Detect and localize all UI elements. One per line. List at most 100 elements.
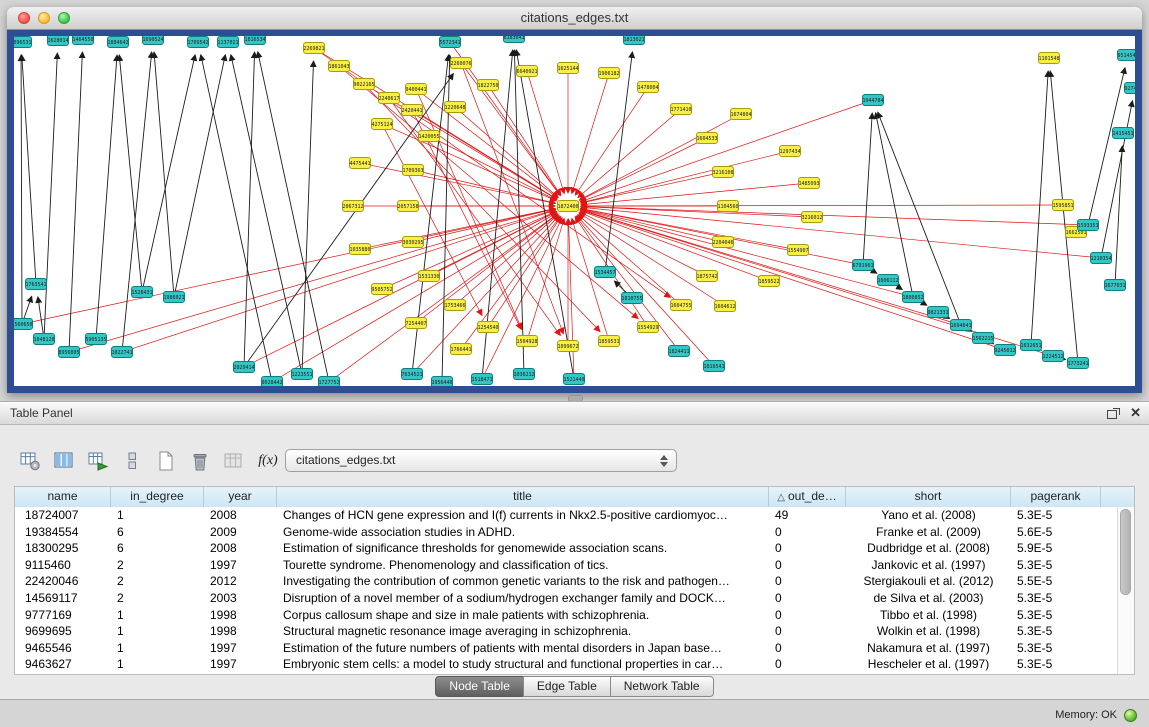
graph-node[interactable]: 1099672 (557, 341, 578, 352)
graph-node[interactable]: 7254407 (405, 318, 426, 329)
column-header-short[interactable]: short (846, 487, 1011, 507)
table-settings-icon[interactable] (18, 449, 42, 473)
graph-node[interactable]: 1906182 (598, 68, 619, 79)
graph-node[interactable]: 1824411 (668, 346, 689, 357)
graph-node[interactable]: 1604755 (670, 300, 691, 311)
graph-node[interactable]: 1986021 (163, 292, 184, 303)
table-row[interactable]: 969969511998Structural magnetic resonanc… (15, 623, 1118, 640)
graph-node[interactable]: 1709363 (402, 165, 423, 176)
network-table-selector[interactable]: citations_edges.txt (285, 449, 677, 472)
graph-node[interactable]: 1504928 (516, 336, 537, 347)
column-header-out_de[interactable]: △out_de… (769, 487, 846, 507)
graph-node[interactable]: 2240617 (378, 93, 399, 104)
graph-node[interactable]: 1604612 (714, 301, 735, 312)
graph-node[interactable]: 1810755 (621, 293, 642, 304)
graph-node[interactable]: 1210354 (1090, 253, 1111, 264)
new-table-icon[interactable] (154, 449, 178, 473)
float-panel-icon[interactable] (1107, 408, 1120, 419)
graph-node[interactable]: 2029414 (233, 362, 254, 373)
column-header-name[interactable]: name (15, 487, 111, 507)
graph-node[interactable]: 1254540 (477, 322, 498, 333)
graph-node[interactable]: 8183041 (503, 36, 524, 43)
row-tools-icon[interactable] (120, 449, 144, 473)
graph-node[interactable]: 6640921 (516, 66, 537, 77)
graph-node[interactable]: 1223551 (291, 369, 312, 380)
tab-network-table[interactable]: Network Table (610, 676, 714, 697)
table-row[interactable]: 977716911998Corpus callosum shape and si… (15, 607, 1118, 624)
graph-node[interactable]: 2260076 (450, 58, 471, 69)
graph-node[interactable]: 4275124 (371, 119, 392, 130)
column-header-in_degree[interactable]: in_degree (111, 487, 204, 507)
graph-node[interactable]: 1956440 (431, 377, 452, 387)
graph-node[interactable]: 4475441 (349, 158, 370, 169)
graph-node[interactable]: 5572341 (439, 37, 460, 48)
graph-node[interactable]: 1604533 (696, 133, 717, 144)
graph-node[interactable]: 1518471 (471, 374, 492, 385)
graph-node[interactable]: 1766441 (450, 344, 471, 355)
tab-node-table[interactable]: Node Table (435, 676, 524, 697)
close-panel-icon[interactable]: ✕ (1130, 402, 1141, 424)
table-row[interactable]: 1830029562008Estimation of significance … (15, 540, 1118, 557)
graph-node[interactable]: 2269821 (303, 43, 324, 54)
graph-node[interactable]: 3030295 (402, 237, 423, 248)
show-columns-icon[interactable] (52, 449, 76, 473)
graph-node[interactable]: 1773241 (1067, 358, 1088, 369)
disabled-table-icon[interactable] (222, 449, 246, 473)
graph-node[interactable]: 1677031 (1104, 280, 1125, 291)
graph-node[interactable]: 1036212 (513, 369, 534, 380)
table-row[interactable]: 946554611997Estimation of the future num… (15, 640, 1118, 657)
graph-node[interactable]: 3216108 (712, 167, 733, 178)
graph-node[interactable]: 1096531 (14, 37, 32, 48)
graph-node[interactable]: 2067312 (342, 201, 363, 212)
import-table-icon[interactable] (86, 449, 110, 473)
graph-node[interactable]: 1048120 (33, 334, 54, 345)
graph-node[interactable]: 1625144 (557, 63, 578, 74)
column-header-pagerank[interactable]: pagerank (1011, 487, 1101, 507)
table-row[interactable]: 946362711997Embryonic stem cells: a mode… (15, 656, 1118, 673)
graph-node[interactable]: 1813021 (623, 36, 644, 45)
graph-node[interactable]: 1554907 (787, 245, 808, 256)
graph-node[interactable]: 1861043 (328, 61, 349, 72)
graph-node[interactable]: 1694641 (950, 320, 971, 331)
column-header-year[interactable]: year (204, 487, 277, 507)
graph-node[interactable]: 2560650 (14, 319, 33, 330)
graph-node[interactable]: 9274411 (1124, 83, 1135, 94)
graph-node[interactable]: 1297434 (779, 146, 800, 157)
table-vertical-scrollbar[interactable] (1117, 507, 1134, 674)
tab-edge-table[interactable]: Edge Table (523, 676, 611, 697)
graph-node[interactable]: 1674804 (730, 109, 751, 120)
graph-node[interactable]: 1690524 (142, 36, 163, 45)
table-row[interactable]: 2242004622012Investigating the contribut… (15, 573, 1118, 590)
table-row[interactable]: 1456911722003Disruption of a novel membe… (15, 590, 1118, 607)
column-header-title[interactable]: title (277, 487, 769, 507)
graph-node[interactable]: 1944784 (862, 95, 883, 106)
graph-node[interactable]: 1478004 (637, 82, 658, 93)
graph-node[interactable]: 2057158 (397, 201, 418, 212)
graph-node[interactable]: 1562215 (972, 333, 993, 344)
graph-node[interactable]: 1859522 (758, 276, 779, 287)
graph-node[interactable]: 1800852 (902, 292, 923, 303)
graph-node[interactable]: 1822750 (477, 80, 498, 91)
graph-node[interactable]: 1763541 (25, 279, 46, 290)
graph-node[interactable]: 1035880 (349, 244, 370, 255)
graph-node[interactable]: 1816534 (244, 36, 265, 45)
graph-node[interactable]: 1534457 (594, 267, 615, 278)
table-row[interactable]: 911546021997Tourette syndrome. Phenomeno… (15, 557, 1118, 574)
graph-node[interactable]: 9628442 (261, 377, 282, 387)
graph-node[interactable]: 9821331 (927, 307, 948, 318)
graph-node[interactable]: 1137021 (217, 37, 238, 48)
network-canvas[interactable]: 1872400162514419061821478004177141016045… (14, 36, 1135, 386)
graph-node[interactable]: 1753466 (444, 300, 465, 311)
graph-node[interactable]: 8956805 (58, 347, 79, 358)
graph-node[interactable]: 2420441 (401, 105, 422, 116)
graph-node[interactable]: 7634521 (401, 369, 422, 380)
graph-node[interactable]: 1709542 (187, 37, 208, 48)
graph-node[interactable]: 1220648 (444, 102, 465, 113)
graph-node[interactable]: 1884642 (107, 37, 128, 48)
graph-node[interactable]: 1875742 (696, 271, 717, 282)
graph-node[interactable]: 1420055 (418, 131, 439, 142)
graph-node[interactable]: 1593351 (1077, 220, 1098, 231)
graph-node[interactable]: 1101548 (1038, 53, 1059, 64)
graph-node[interactable]: 1628014 (47, 36, 68, 46)
graph-node[interactable]: 1554929 (637, 322, 658, 333)
